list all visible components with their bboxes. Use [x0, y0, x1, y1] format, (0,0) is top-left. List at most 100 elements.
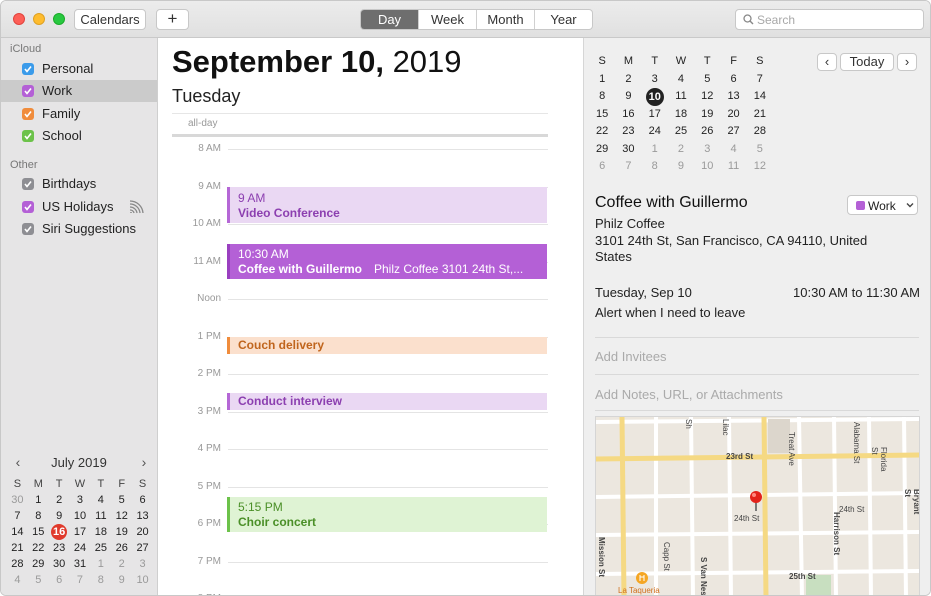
month-day[interactable]: 3 [694, 141, 720, 159]
month-day[interactable]: 20 [720, 106, 746, 124]
month-day[interactable]: 3 [642, 71, 668, 89]
zoom-button[interactable] [53, 13, 65, 25]
mini-month-day[interactable]: 31 [70, 556, 91, 572]
month-day[interactable]: 14 [747, 88, 773, 106]
month-day[interactable]: 6 [720, 71, 746, 89]
month-day[interactable]: 9 [615, 88, 641, 106]
checkbox-family[interactable] [22, 108, 34, 120]
month-day[interactable]: 5 [694, 71, 720, 89]
mini-month-day[interactable]: 11 [90, 508, 111, 524]
mini-month-day[interactable]: 16 [49, 524, 70, 540]
tab-week[interactable]: Week [418, 10, 476, 29]
event-conduct-interview[interactable]: Conduct interview [227, 393, 547, 410]
month-day[interactable]: 13 [720, 88, 746, 106]
month-day[interactable]: 16 [615, 106, 641, 124]
minimize-button[interactable] [33, 13, 45, 25]
mini-month-day[interactable]: 6 [132, 492, 153, 508]
month-day[interactable]: 30 [615, 141, 641, 159]
checkbox-personal[interactable] [22, 63, 34, 75]
mini-month-day[interactable]: 6 [49, 572, 70, 588]
calendars-button[interactable]: Calendars [74, 9, 146, 30]
calendar-select[interactable]: Work [847, 195, 918, 215]
event-coffee-with-guillermo[interactable]: 10:30 AM Coffee with Guillermo Philz Cof… [227, 244, 547, 279]
mini-month-day[interactable]: 29 [28, 556, 49, 572]
mini-month-day[interactable]: 8 [90, 572, 111, 588]
sidebar-item-work[interactable]: Work [1, 80, 157, 102]
checkbox-school[interactable] [22, 130, 34, 142]
month-day[interactable]: 28 [747, 123, 773, 141]
sidebar-item-siri-suggestions[interactable]: Siri Suggestions [1, 218, 157, 240]
month-day[interactable]: 11 [668, 88, 694, 106]
event-date[interactable]: Tuesday, Sep 10 [595, 285, 692, 301]
month-day[interactable]: 21 [747, 106, 773, 124]
mini-month-day[interactable]: 3 [70, 492, 91, 508]
month-day[interactable]: 27 [720, 123, 746, 141]
add-event-button[interactable]: + [156, 9, 189, 30]
month-day[interactable]: 29 [589, 141, 615, 159]
checkbox-us-holidays[interactable] [22, 201, 34, 213]
mini-month-day[interactable]: 17 [70, 524, 91, 540]
event-time-range[interactable]: 10:30 AM to 11:30 AM [793, 285, 920, 300]
month-day[interactable]: 7 [615, 158, 641, 176]
mini-month-day[interactable]: 9 [49, 508, 70, 524]
mini-month-day[interactable]: 26 [111, 540, 132, 556]
month-day[interactable]: 5 [747, 141, 773, 159]
today-button[interactable]: Today [840, 53, 894, 71]
month-day[interactable]: 7 [747, 71, 773, 89]
search-input[interactable] [757, 11, 917, 28]
month-day[interactable]: 17 [642, 106, 668, 124]
mini-month-day[interactable]: 10 [70, 508, 91, 524]
month-day[interactable]: 12 [694, 88, 720, 106]
mini-month-day[interactable]: 27 [132, 540, 153, 556]
month-day[interactable]: 22 [589, 123, 615, 141]
mini-month-day[interactable]: 30 [49, 556, 70, 572]
mini-month-day[interactable]: 15 [28, 524, 49, 540]
mini-month-day[interactable]: 8 [28, 508, 49, 524]
mini-month-day[interactable]: 1 [28, 492, 49, 508]
month-day[interactable]: 15 [589, 106, 615, 124]
mini-month-day[interactable]: 5 [28, 572, 49, 588]
event-alert[interactable]: Alert when I need to leave [595, 305, 745, 321]
mini-month-day[interactable]: 20 [132, 524, 153, 540]
mini-month-day[interactable]: 22 [28, 540, 49, 556]
month-day[interactable]: 6 [589, 158, 615, 176]
month-day[interactable]: 2 [668, 141, 694, 159]
event-detail-title[interactable]: Coffee with Guillermo [595, 194, 748, 212]
month-day[interactable]: 2 [615, 71, 641, 89]
mini-month-day[interactable]: 3 [132, 556, 153, 572]
add-invitees-field[interactable]: Add Invitees [595, 349, 667, 364]
mini-month-day[interactable]: 1 [90, 556, 111, 572]
month-day[interactable]: 8 [642, 158, 668, 176]
search-field[interactable] [735, 9, 924, 30]
mini-month-day[interactable]: 24 [70, 540, 91, 556]
month-day[interactable]: 1 [589, 71, 615, 89]
mini-month-day[interactable]: 18 [90, 524, 111, 540]
month-day[interactable]: 11 [720, 158, 746, 176]
mini-month-day[interactable]: 2 [111, 556, 132, 572]
month-day[interactable]: 23 [615, 123, 641, 141]
month-day[interactable]: 10 [694, 158, 720, 176]
mini-month-day[interactable]: 19 [111, 524, 132, 540]
month-day[interactable]: 1 [642, 141, 668, 159]
month-day[interactable]: 10 [642, 88, 668, 106]
sidebar-item-us-holidays[interactable]: US Holidays [1, 196, 157, 218]
checkbox-siri-suggestions[interactable] [22, 223, 34, 235]
tab-year[interactable]: Year [534, 10, 592, 29]
mini-month-day[interactable]: 25 [90, 540, 111, 556]
tab-month[interactable]: Month [476, 10, 534, 29]
sidebar-item-personal[interactable]: Personal [1, 58, 157, 80]
month-day[interactable]: 26 [694, 123, 720, 141]
month-day[interactable]: 8 [589, 88, 615, 106]
mini-month-day[interactable]: 4 [7, 572, 28, 588]
mini-month-day[interactable]: 2 [49, 492, 70, 508]
mini-month-day[interactable]: 7 [70, 572, 91, 588]
month-day[interactable]: 18 [668, 106, 694, 124]
event-video-conference[interactable]: 9 AM Video Conference [227, 187, 547, 223]
checkbox-work[interactable] [22, 85, 34, 97]
event-couch-delivery[interactable]: Couch delivery [227, 337, 547, 354]
month-day[interactable]: 19 [694, 106, 720, 124]
mini-month-day[interactable]: 13 [132, 508, 153, 524]
mini-month-day[interactable]: 14 [7, 524, 28, 540]
mini-month-day[interactable]: 7 [7, 508, 28, 524]
close-button[interactable] [13, 13, 25, 25]
